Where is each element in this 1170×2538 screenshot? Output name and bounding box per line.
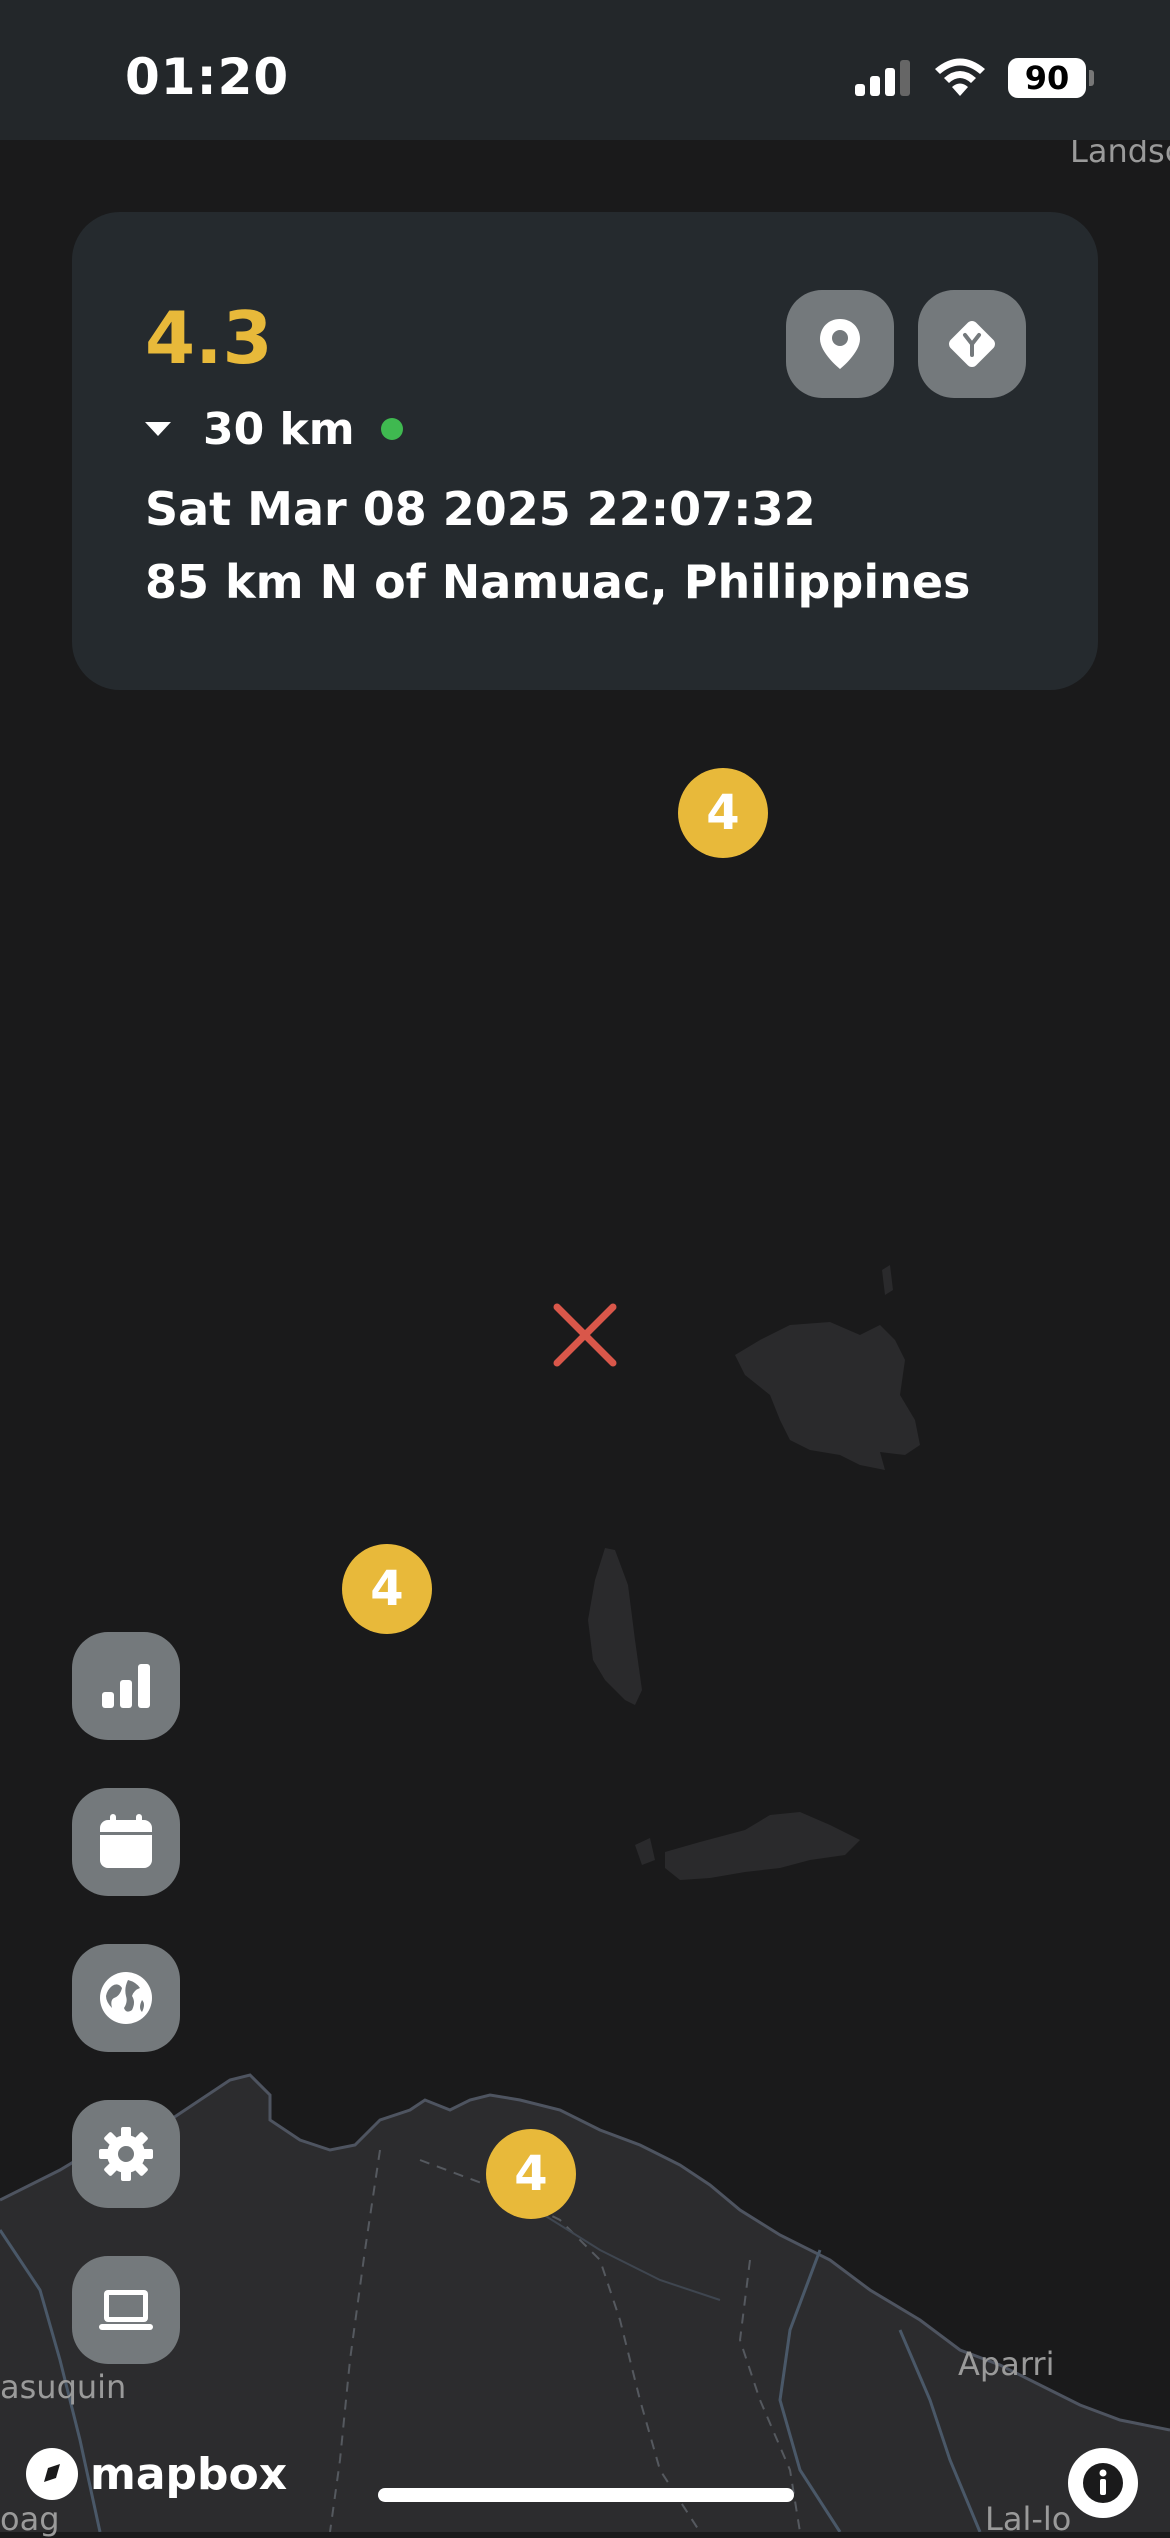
attribution-info-button[interactable] bbox=[1068, 2448, 1138, 2518]
gear-icon bbox=[99, 2127, 153, 2181]
map-label-aparri: Aparri bbox=[958, 2345, 1055, 2383]
earthquake-info-card[interactable]: 4.3 30 km Sat Mar 08 2025 22:07:32 85 km… bbox=[72, 212, 1098, 690]
settings-button[interactable] bbox=[72, 2100, 180, 2208]
home-indicator bbox=[378, 2488, 794, 2502]
locate-button[interactable] bbox=[786, 290, 894, 398]
live-status-dot bbox=[380, 418, 403, 440]
mapbox-logo-icon bbox=[26, 2448, 78, 2500]
map-pin-icon bbox=[820, 319, 860, 369]
mapbox-logo[interactable]: mapbox bbox=[24, 2446, 287, 2502]
status-time: 01:20 bbox=[125, 48, 290, 106]
map-label-laoag: oag bbox=[0, 2500, 60, 2538]
chart-icon bbox=[102, 1664, 150, 1708]
device-button[interactable] bbox=[72, 2256, 180, 2364]
quake-datetime: Sat Mar 08 2025 22:07:32 bbox=[145, 482, 816, 536]
quake-cluster-marker[interactable]: 4 bbox=[342, 1544, 432, 1634]
calendar-icon bbox=[100, 1814, 152, 1868]
battery-indicator: 90 bbox=[1008, 58, 1086, 98]
info-icon bbox=[1083, 2463, 1123, 2503]
depth-value: 30 km bbox=[203, 403, 355, 455]
depth-down-triangle-icon bbox=[145, 422, 171, 436]
map-label-pasuquin: asuquin bbox=[0, 2368, 127, 2406]
globe-icon bbox=[100, 1972, 152, 2024]
quake-cluster-marker[interactable]: 4 bbox=[678, 768, 768, 858]
stats-button[interactable] bbox=[72, 1632, 180, 1740]
mapbox-logo-text: mapbox bbox=[90, 2448, 288, 2500]
calendar-button[interactable] bbox=[72, 1788, 180, 1896]
battery-nub bbox=[1089, 70, 1094, 86]
directions-icon bbox=[949, 321, 995, 367]
globe-button[interactable] bbox=[72, 1944, 180, 2052]
wifi-icon bbox=[935, 58, 985, 96]
cellular-signal-icon bbox=[855, 60, 915, 96]
status-bar: 01:20 90 bbox=[0, 0, 1170, 140]
magnitude-value: 4.3 bbox=[145, 296, 273, 380]
depth-row: 30 km bbox=[145, 403, 403, 455]
quake-location: 85 km N of Namuac, Philippines bbox=[145, 555, 971, 609]
quake-cluster-marker[interactable]: 4 bbox=[486, 2129, 576, 2219]
map-label-lal-lo: Lal-lo bbox=[985, 2500, 1072, 2538]
laptop-icon bbox=[99, 2290, 153, 2330]
directions-button[interactable] bbox=[918, 290, 1026, 398]
